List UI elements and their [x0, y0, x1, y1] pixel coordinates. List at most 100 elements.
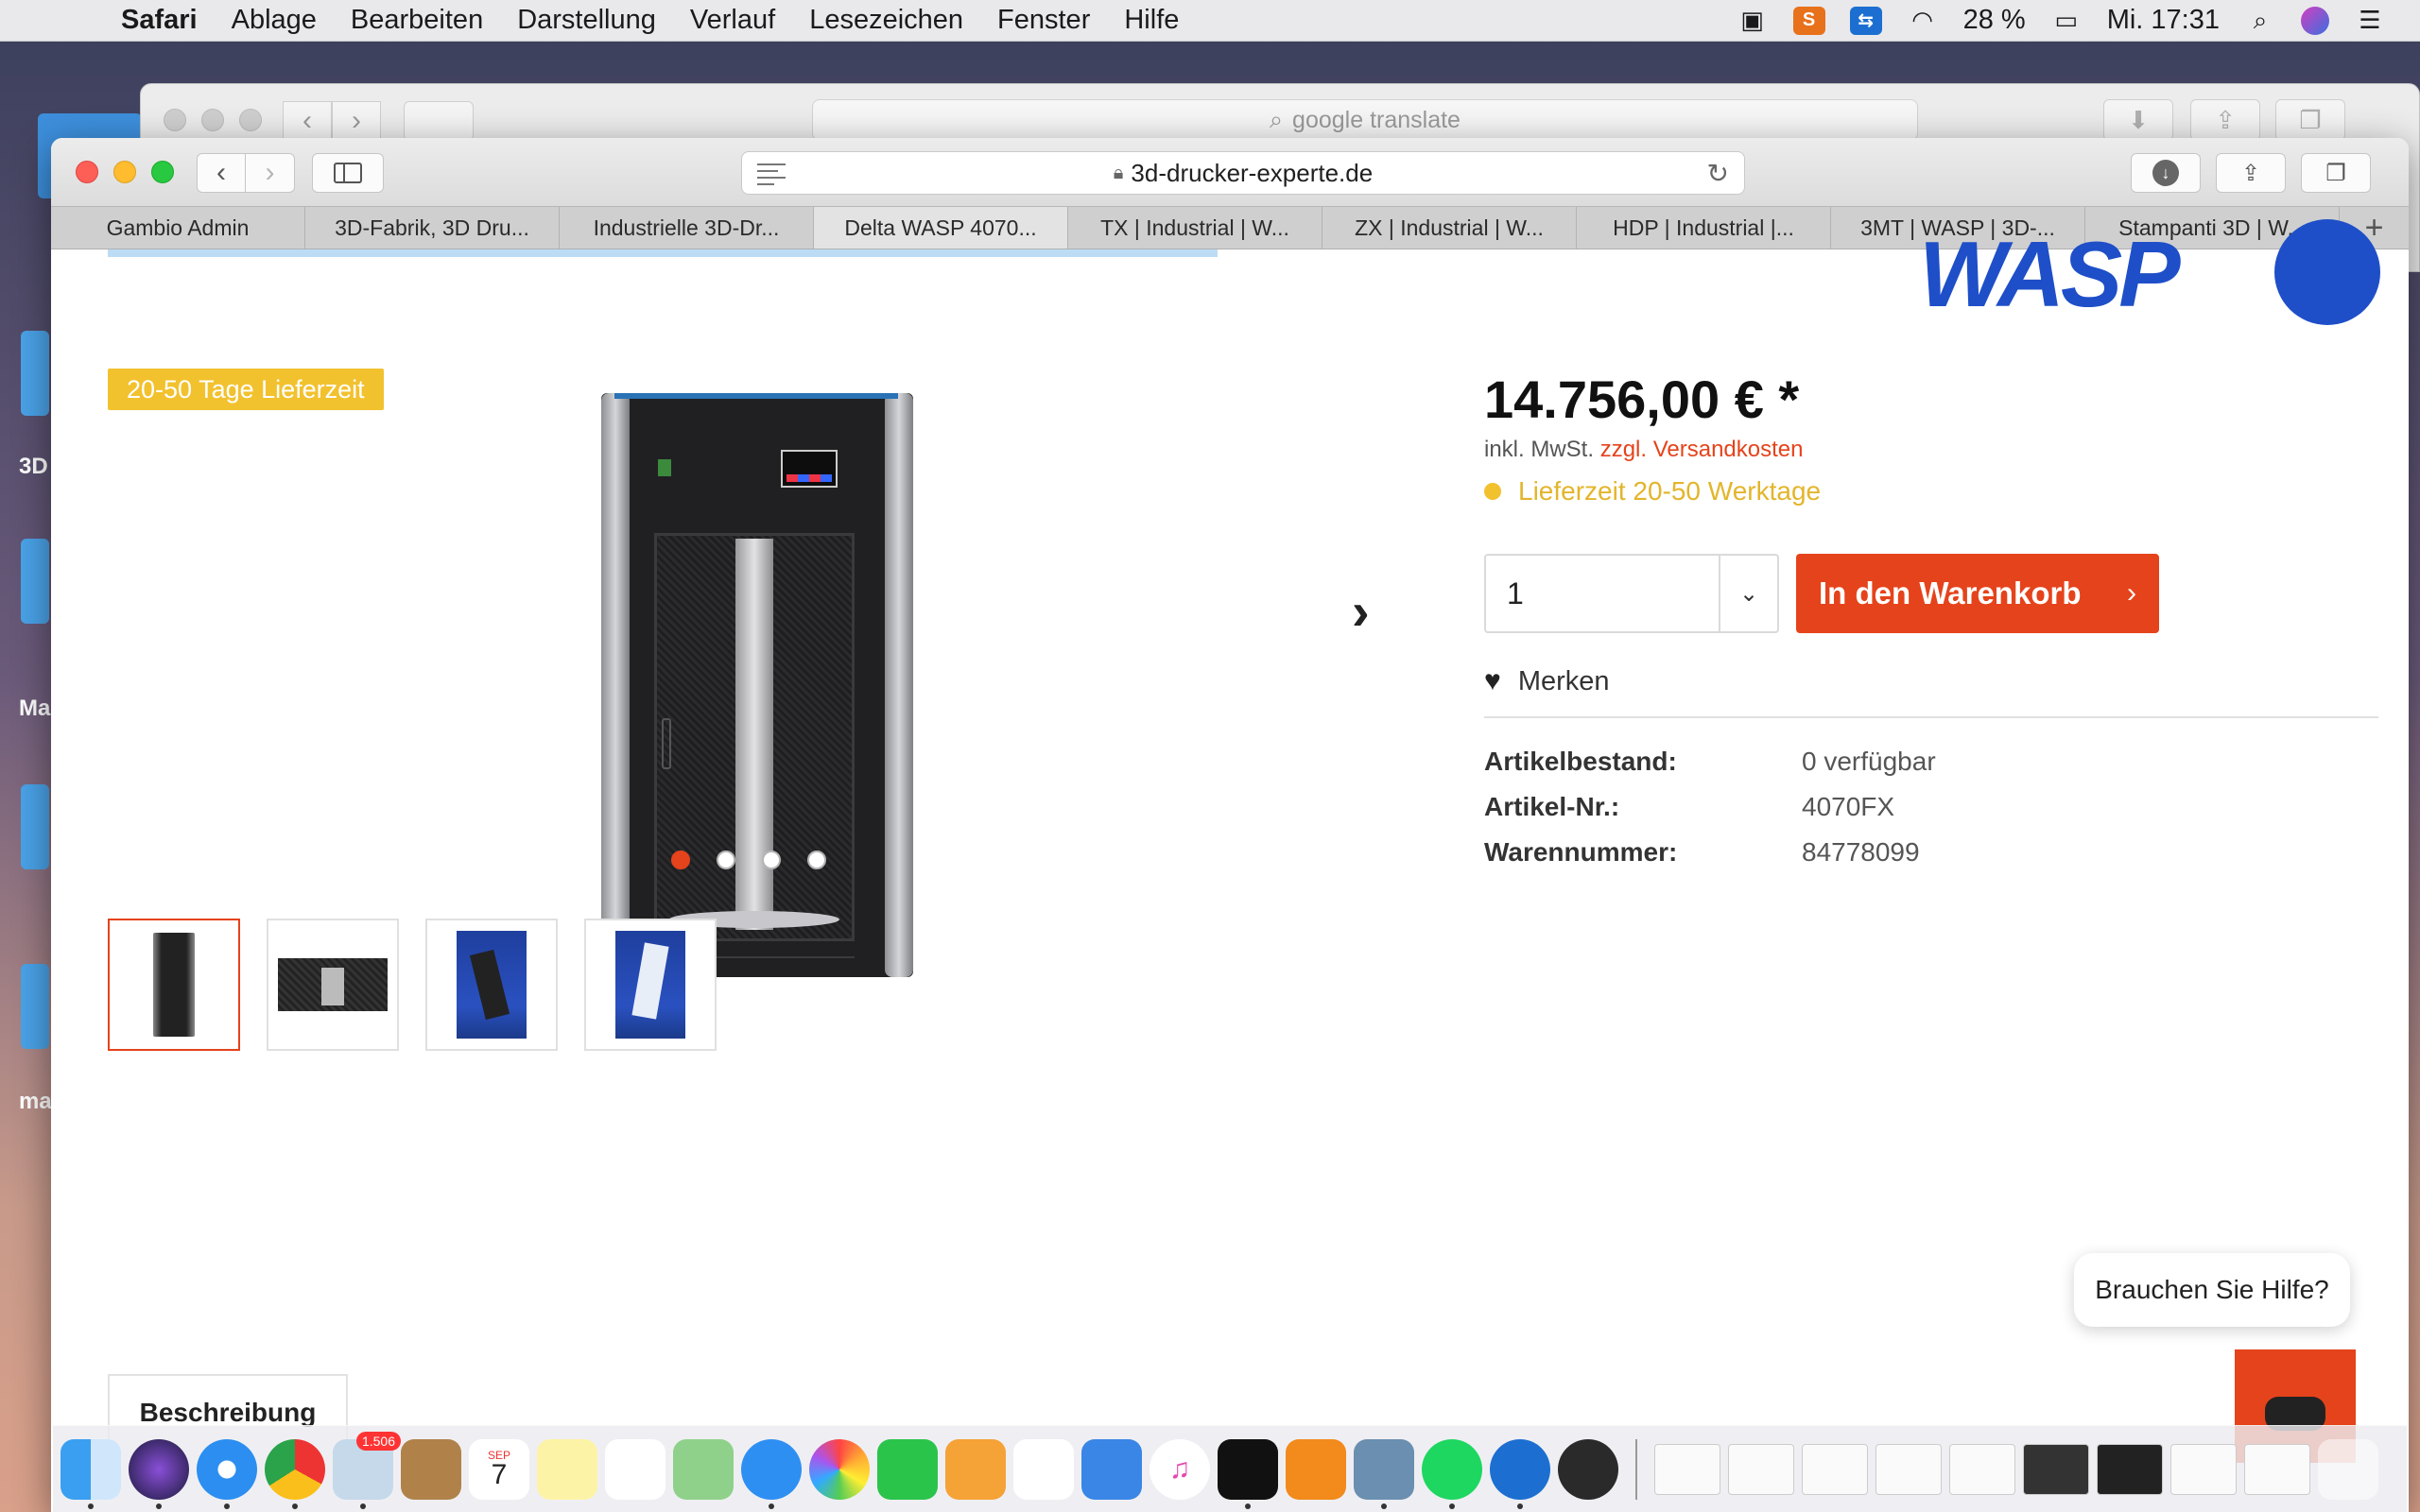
desktop-folder-icon[interactable]	[21, 784, 49, 869]
tab-delta-wasp-active[interactable]: Delta WASP 4070...	[814, 207, 1068, 249]
downloads-button[interactable]: ↓	[2131, 153, 2201, 193]
teamviewer-icon[interactable]	[1490, 1438, 1550, 1509]
menu-darstellung[interactable]: Darstellung	[500, 5, 673, 36]
notification-center-icon[interactable]: ☰	[2354, 6, 2386, 35]
carousel-dot-1[interactable]	[671, 850, 690, 869]
minimized-window[interactable]	[1728, 1443, 1794, 1495]
minimized-window[interactable]	[1802, 1443, 1868, 1495]
sidebar-toggle-button[interactable]	[312, 153, 384, 193]
spotify-icon[interactable]	[1422, 1438, 1482, 1509]
reminders-icon[interactable]	[605, 1438, 666, 1500]
tab-overview-button[interactable]: ❐	[2301, 153, 2371, 193]
wishlist-button[interactable]: ♥ Merken	[1484, 665, 1610, 697]
desktop-folder-icon[interactable]	[21, 964, 49, 1049]
quantity-select[interactable]: 1 ⌄	[1484, 554, 1779, 633]
back-window-address-bar[interactable]: ⌕ google translate	[812, 99, 1918, 141]
contacts-icon[interactable]	[401, 1438, 461, 1500]
menu-verlauf[interactable]: Verlauf	[673, 5, 792, 36]
back-window-address-text: google translate	[1292, 106, 1461, 133]
back-button[interactable]: ‹	[197, 153, 246, 193]
pages-icon[interactable]	[945, 1438, 1006, 1500]
finder-icon[interactable]	[60, 1438, 121, 1509]
display-status-icon[interactable]: ▣	[1737, 6, 1769, 35]
menu-bearbeiten[interactable]: Bearbeiten	[334, 5, 500, 36]
battery-charging-icon[interactable]: ▭	[2050, 6, 2083, 35]
minimized-window[interactable]	[2244, 1443, 2310, 1495]
photos-icon[interactable]	[809, 1438, 870, 1500]
carousel-dot-2[interactable]	[717, 850, 735, 869]
wishlist-label: Merken	[1517, 665, 1610, 696]
itunes-icon[interactable]: ♫	[1150, 1438, 1210, 1500]
thumbnail-3[interactable]	[425, 919, 558, 1051]
menu-app-safari[interactable]: Safari	[104, 5, 215, 36]
minimize-window-icon[interactable]	[113, 161, 136, 183]
product-image-delta-wasp-4070[interactable]	[601, 393, 913, 977]
teamviewer-status-icon[interactable]: ⇆	[1849, 6, 1882, 35]
share-icon[interactable]: ⇪	[2190, 99, 2260, 141]
wasp-logo[interactable]: WASP	[1919, 219, 2380, 327]
downloads-icon[interactable]: ⬇	[2103, 99, 2173, 141]
menubar-clock[interactable]: Mi. 17:31	[2107, 5, 2220, 36]
tab-zx-industrial[interactable]: ZX | Industrial | W...	[1322, 207, 1577, 249]
thumbnail-2[interactable]	[267, 919, 399, 1051]
messages-icon[interactable]	[741, 1438, 802, 1509]
fullscreen-window-icon[interactable]	[151, 161, 174, 183]
product-specs: Artikelbestand: 0 verfügbar Artikel-Nr.:…	[1484, 739, 1936, 875]
minimized-window[interactable]	[1949, 1443, 2015, 1495]
mail-icon[interactable]: 1.506	[333, 1431, 401, 1509]
menu-hilfe[interactable]: Hilfe	[1107, 5, 1196, 36]
menu-fenster[interactable]: Fenster	[980, 5, 1107, 36]
siri-dock-icon[interactable]	[129, 1438, 189, 1509]
preview-icon[interactable]	[1354, 1438, 1414, 1509]
reader-mode-icon[interactable]	[757, 163, 786, 190]
tab-gambio-admin[interactable]: Gambio Admin	[51, 207, 305, 249]
chevron-down-icon[interactable]: ⌄	[1719, 556, 1777, 631]
tab-industrielle-3d[interactable]: Industrielle 3D-Dr...	[560, 207, 814, 249]
reload-icon[interactable]: ↻	[1707, 158, 1729, 189]
add-to-cart-button[interactable]: In den Warenkorb ›	[1796, 554, 2159, 633]
wifi-icon[interactable]: ◠	[1907, 6, 1939, 35]
thumbnail-4[interactable]	[584, 919, 717, 1051]
tab-hdp-industrial[interactable]: HDP | Industrial |...	[1577, 207, 1831, 249]
desktop-folder-icon[interactable]	[21, 331, 49, 416]
carousel-next-arrow-icon[interactable]: ›	[1352, 580, 1370, 642]
quicktime-icon[interactable]	[1558, 1438, 1618, 1500]
chrome-icon[interactable]	[265, 1438, 325, 1509]
minimized-window[interactable]	[2170, 1443, 2237, 1495]
trash-icon[interactable]	[2318, 1438, 2378, 1500]
tab-3d-fabrik[interactable]: 3D-Fabrik, 3D Dru...	[305, 207, 560, 249]
carousel-dot-4[interactable]	[807, 850, 826, 869]
sidebar-button[interactable]	[404, 101, 474, 141]
help-chat-bubble[interactable]: Brauchen Sie Hilfe?	[2074, 1253, 2350, 1327]
shipping-costs-link[interactable]: zzgl. Versandkosten	[1600, 437, 1804, 462]
maps-icon[interactable]	[673, 1438, 734, 1500]
safari-icon[interactable]	[197, 1438, 257, 1509]
forward-arrow-icon[interactable]: ›	[332, 101, 381, 141]
minimized-window[interactable]	[2023, 1443, 2089, 1495]
minimized-window[interactable]	[2097, 1443, 2163, 1495]
address-bar[interactable]: 🔒︎ 3d-drucker-experte.de ↻	[741, 151, 1745, 195]
minimized-window[interactable]	[1654, 1443, 1720, 1495]
carousel-dot-3[interactable]	[762, 850, 781, 869]
acrobat-icon[interactable]	[1218, 1438, 1278, 1509]
thumbnail-1[interactable]	[108, 919, 240, 1051]
desktop-folder-icon[interactable]	[21, 539, 49, 624]
tab-tx-industrial[interactable]: TX | Industrial | W...	[1068, 207, 1322, 249]
html5-status-icon[interactable]: S	[1792, 6, 1825, 35]
minimized-window[interactable]	[1876, 1443, 1942, 1495]
facetime-icon[interactable]	[877, 1438, 938, 1500]
notes-icon[interactable]	[537, 1438, 597, 1500]
back-arrow-icon[interactable]: ‹	[283, 101, 332, 141]
menu-lesezeichen[interactable]: Lesezeichen	[792, 5, 980, 36]
numbers-icon[interactable]	[1013, 1438, 1074, 1500]
menu-ablage[interactable]: Ablage	[215, 5, 334, 36]
close-window-icon[interactable]	[76, 161, 98, 183]
tabs-overview-icon[interactable]: ❐	[2275, 99, 2345, 141]
calendar-icon[interactable]: SEP 7	[469, 1438, 529, 1500]
forward-button[interactable]: ›	[246, 153, 295, 193]
spotlight-search-icon[interactable]: ⌕	[2244, 6, 2276, 35]
siri-icon[interactable]	[2301, 6, 2329, 35]
keynote-icon[interactable]	[1081, 1438, 1142, 1500]
share-button[interactable]: ⇪	[2216, 153, 2286, 193]
ibooks-icon[interactable]	[1286, 1438, 1346, 1500]
